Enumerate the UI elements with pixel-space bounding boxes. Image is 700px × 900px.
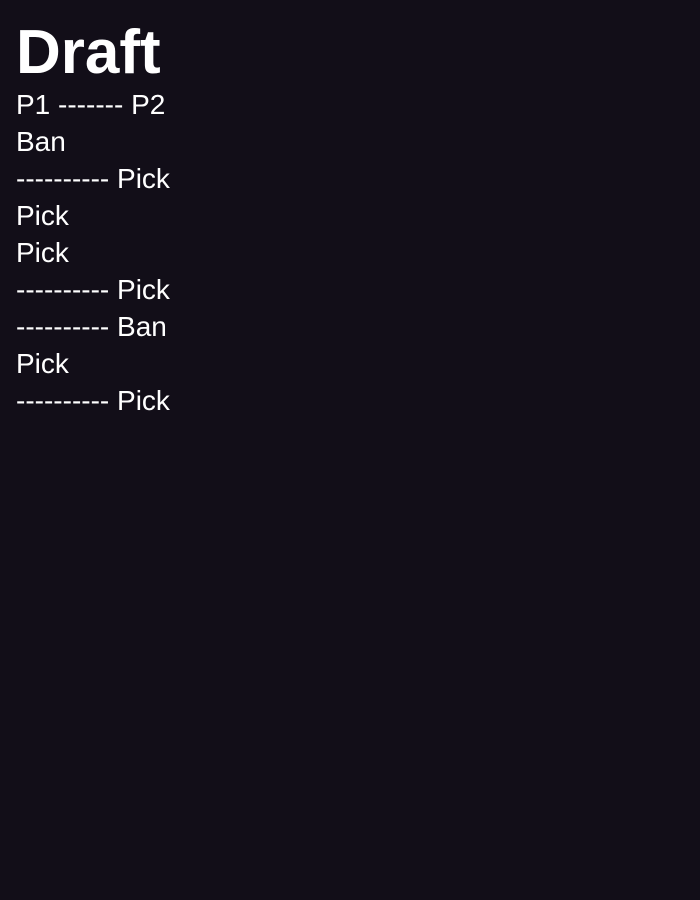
draft-step-1: Ban [16, 126, 66, 157]
draft-step-6: ---------- Ban [16, 311, 167, 342]
players-header: P1 ------- P2 [16, 89, 166, 120]
draft-order-list: Ban ---------- Pick Pick Pick ----------… [16, 123, 684, 419]
draft-step-7: Pick [16, 348, 69, 379]
draft-step-3: Pick [16, 200, 69, 231]
draft-step-2: ---------- Pick [16, 163, 170, 194]
page-title: Draft [16, 18, 161, 87]
draft-step-8: ---------- Pick [16, 385, 170, 416]
draft-step-4: Pick [16, 237, 69, 268]
draft-step-5: ---------- Pick [16, 274, 170, 305]
draft-page: Draft P1 ------- P2 Ban ---------- Pick … [0, 0, 700, 900]
